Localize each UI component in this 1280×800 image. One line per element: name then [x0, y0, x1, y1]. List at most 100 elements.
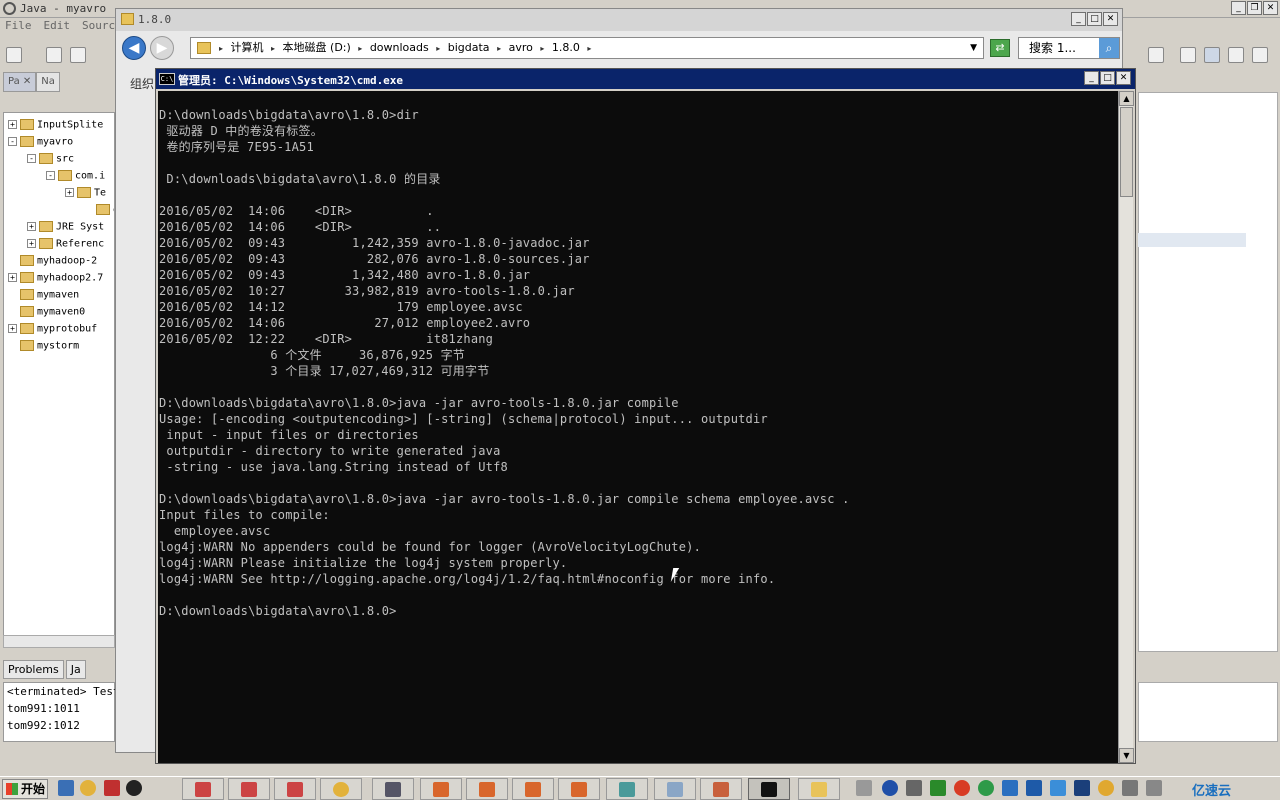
- scroll-down-arrow[interactable]: ▼: [1119, 748, 1134, 763]
- tab-navigator[interactable]: Na: [36, 72, 60, 92]
- expand-icon[interactable]: +: [8, 273, 17, 282]
- breadcrumb-avro[interactable]: avro: [509, 41, 533, 54]
- tray-icon[interactable]: [1002, 780, 1018, 796]
- close-button[interactable]: ✕: [1116, 71, 1131, 85]
- taskbar-button[interactable]: [420, 778, 462, 800]
- tree-item[interactable]: - src: [27, 153, 74, 170]
- collapse-icon[interactable]: -: [27, 154, 36, 163]
- tree-item[interactable]: + InputSplite: [8, 119, 103, 136]
- chrome-icon[interactable]: [80, 780, 96, 796]
- tray-icon[interactable]: [1146, 780, 1162, 796]
- perspective-git-icon[interactable]: [1228, 47, 1244, 63]
- save-icon[interactable]: [46, 47, 62, 63]
- show-desktop-icon[interactable]: [58, 780, 74, 796]
- console-line: D:\downloads\bigdata\avro\1.8.0 的目录: [159, 172, 441, 186]
- taskbar-button[interactable]: [512, 778, 554, 800]
- tree-item[interactable]: er: [84, 204, 114, 221]
- back-button[interactable]: ◀: [122, 36, 146, 60]
- tray-icon[interactable]: [1098, 780, 1114, 796]
- outline-selection[interactable]: [1138, 233, 1246, 247]
- menu-edit[interactable]: Edit: [44, 19, 71, 37]
- expand-icon[interactable]: +: [8, 324, 17, 333]
- scroll-thumb[interactable]: [1120, 107, 1133, 197]
- collapse-icon[interactable]: -: [46, 171, 55, 180]
- refresh-button[interactable]: ⇄: [990, 39, 1010, 57]
- maximize-button[interactable]: □: [1087, 12, 1102, 26]
- qq-icon[interactable]: [126, 780, 142, 796]
- tree-item[interactable]: + myhadoop2.7: [8, 272, 103, 289]
- keyboard-icon[interactable]: [856, 780, 872, 796]
- restore-button[interactable]: ❐: [1247, 1, 1262, 15]
- tree-item[interactable]: - myavro: [8, 136, 73, 153]
- taskbar-button[interactable]: [274, 778, 316, 800]
- bluetooth-icon[interactable]: [1026, 780, 1042, 796]
- taskbar-button[interactable]: [182, 778, 224, 800]
- minimize-button[interactable]: _: [1084, 71, 1099, 85]
- print-icon[interactable]: [70, 47, 86, 63]
- maximize-button[interactable]: □: [1100, 71, 1115, 85]
- close-button[interactable]: ✕: [1103, 12, 1118, 26]
- tree-horizontal-scrollbar[interactable]: [3, 635, 115, 648]
- console-screen[interactable]: D:\downloads\bigdata\avro\1.8.0>dir 驱动器 …: [158, 91, 1119, 763]
- chevron-down-icon[interactable]: ▼: [970, 38, 977, 58]
- tray-icon[interactable]: [930, 780, 946, 796]
- volume-icon[interactable]: [1122, 780, 1138, 796]
- menu-file[interactable]: File: [5, 19, 32, 37]
- expand-icon[interactable]: +: [65, 188, 74, 197]
- expand-icon[interactable]: +: [8, 120, 17, 129]
- tree-item[interactable]: mymaven: [8, 289, 79, 306]
- minimize-button[interactable]: _: [1071, 12, 1086, 26]
- taskbar-button[interactable]: [320, 778, 362, 800]
- taskbar-button[interactable]: [654, 778, 696, 800]
- help-icon[interactable]: [882, 780, 898, 796]
- tree-item[interactable]: myhadoop-2: [8, 255, 97, 272]
- taskbar-button[interactable]: [372, 778, 414, 800]
- breadcrumb-downloads[interactable]: downloads: [370, 41, 429, 54]
- tray-icon[interactable]: [954, 780, 970, 796]
- tab-javadoc[interactable]: Ja: [65, 660, 86, 679]
- tree-item[interactable]: mystorm: [8, 340, 79, 357]
- tree-item[interactable]: + Referenc: [27, 238, 104, 255]
- perspective-debug-icon[interactable]: [1204, 47, 1220, 63]
- taskbar-button[interactable]: [606, 778, 648, 800]
- perspective-java-icon[interactable]: [1180, 47, 1196, 63]
- expand-icon[interactable]: +: [27, 239, 36, 248]
- arrow-icon[interactable]: [906, 780, 922, 796]
- cmd-vertical-scrollbar[interactable]: ▲ ▼: [1118, 91, 1134, 763]
- app-x-icon[interactable]: [104, 780, 120, 796]
- taskbar-button-cmd[interactable]: [748, 778, 790, 800]
- perspective-other-icon[interactable]: [1252, 47, 1268, 63]
- address-bar[interactable]: ▸ 计算机 ▸ 本地磁盘 (D:) ▸ downloads ▸ bigdata …: [190, 37, 984, 59]
- tab-problems[interactable]: Problems: [3, 660, 64, 679]
- breadcrumb-bigdata[interactable]: bigdata: [448, 41, 490, 54]
- taskbar-button[interactable]: [700, 778, 742, 800]
- network-icon[interactable]: [1050, 780, 1066, 796]
- tray-icon[interactable]: [978, 780, 994, 796]
- collapse-icon[interactable]: -: [8, 137, 17, 146]
- tray-icon[interactable]: [1074, 780, 1090, 796]
- expand-icon[interactable]: +: [27, 222, 36, 231]
- taskbar-button[interactable]: [466, 778, 508, 800]
- breadcrumb-version[interactable]: 1.8.0: [552, 41, 580, 54]
- breadcrumb-computer[interactable]: 计算机: [231, 41, 264, 54]
- close-button[interactable]: ✕: [1263, 1, 1278, 15]
- new-icon[interactable]: [6, 47, 22, 63]
- search-box[interactable]: 搜索 1... ⌕: [1018, 37, 1120, 59]
- start-button[interactable]: 开始: [2, 779, 48, 799]
- taskbar-button-explorer[interactable]: [798, 778, 840, 800]
- organize-menu[interactable]: 组织: [130, 75, 154, 92]
- scroll-up-arrow[interactable]: ▲: [1119, 91, 1134, 106]
- taskbar-button[interactable]: [558, 778, 600, 800]
- tab-package-explorer[interactable]: Pa ✕: [3, 72, 37, 92]
- tree-item[interactable]: + Te: [65, 187, 106, 204]
- minimize-button[interactable]: _: [1231, 1, 1246, 15]
- breadcrumb-drive[interactable]: 本地磁盘 (D:): [283, 41, 351, 54]
- forward-button[interactable]: ▶: [150, 36, 174, 60]
- tree-item[interactable]: + myprotobuf: [8, 323, 97, 340]
- tree-item[interactable]: + JRE Syst: [27, 221, 104, 238]
- tree-item[interactable]: - com.i: [46, 170, 105, 187]
- search-icon[interactable]: ⌕: [1099, 38, 1119, 58]
- open-perspective-icon[interactable]: [1148, 47, 1164, 63]
- tree-item[interactable]: mymaven0: [8, 306, 85, 323]
- taskbar-button[interactable]: [228, 778, 270, 800]
